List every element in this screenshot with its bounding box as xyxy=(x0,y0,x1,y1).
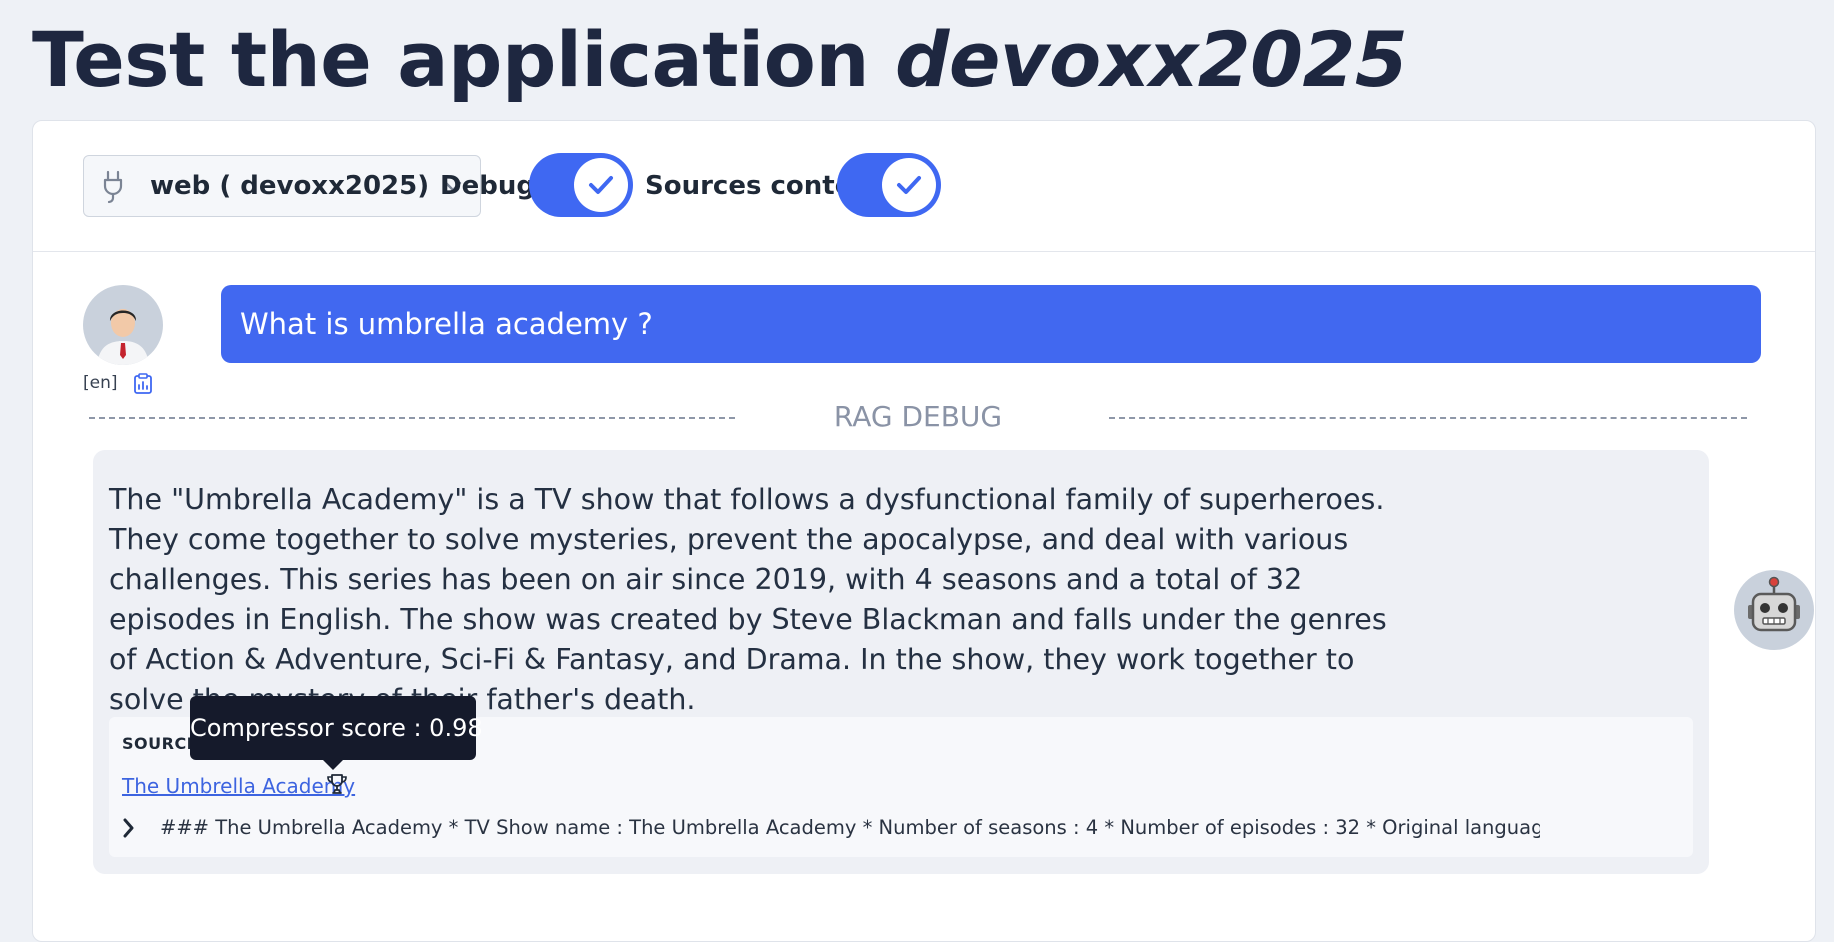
connector-select-value: web ( devoxx2025) xyxy=(150,171,430,201)
page-title: Test the application devoxx2025 xyxy=(32,12,1408,108)
checkmark-icon xyxy=(574,158,628,212)
checkmark-icon xyxy=(882,158,936,212)
source-snippet: ### The Umbrella Academy * TV Show name … xyxy=(160,816,1540,839)
chat-card: web ( devoxx2025) Debug Sources content xyxy=(32,120,1816,942)
page-title-text: Test the application xyxy=(32,15,895,104)
divider-label: RAG DEBUG xyxy=(833,400,1003,433)
trophy-icon[interactable] xyxy=(325,772,349,800)
bot-answer-text: The "Umbrella Academy" is a TV show that… xyxy=(109,483,1387,716)
page-title-app-name: devoxx2025 xyxy=(894,15,1408,104)
debug-toggle[interactable] xyxy=(529,153,633,217)
robot-icon xyxy=(1748,576,1800,632)
plug-icon xyxy=(102,170,124,210)
sources-content-toggle[interactable] xyxy=(837,153,941,217)
toolbar: web ( devoxx2025) Debug Sources content xyxy=(33,121,1815,252)
tooltip-arrow xyxy=(322,759,344,770)
rag-debug-divider: RAG DEBUG xyxy=(89,400,1747,433)
debug-label: Debug xyxy=(440,171,535,201)
clipboard-chart-icon[interactable] xyxy=(133,373,153,399)
compressor-score-tooltip: Compressor score : 0.98 xyxy=(190,696,483,770)
chevron-right-icon[interactable] xyxy=(122,817,136,843)
connector-select[interactable]: web ( devoxx2025) xyxy=(83,155,481,217)
user-locale: [en] xyxy=(83,373,118,393)
user-avatar xyxy=(83,285,163,365)
tooltip-text: Compressor score : 0.98 xyxy=(190,714,483,742)
bot-answer-bubble: The "Umbrella Academy" is a TV show that… xyxy=(93,450,1709,874)
user-avatar-icon xyxy=(97,309,149,365)
source-snippet-row[interactable]: ### The Umbrella Academy * TV Show name … xyxy=(122,813,1542,843)
source-link[interactable]: The Umbrella Academy xyxy=(122,774,355,798)
bot-avatar xyxy=(1734,570,1814,650)
user-question-bubble: What is umbrella academy ? xyxy=(221,285,1761,363)
